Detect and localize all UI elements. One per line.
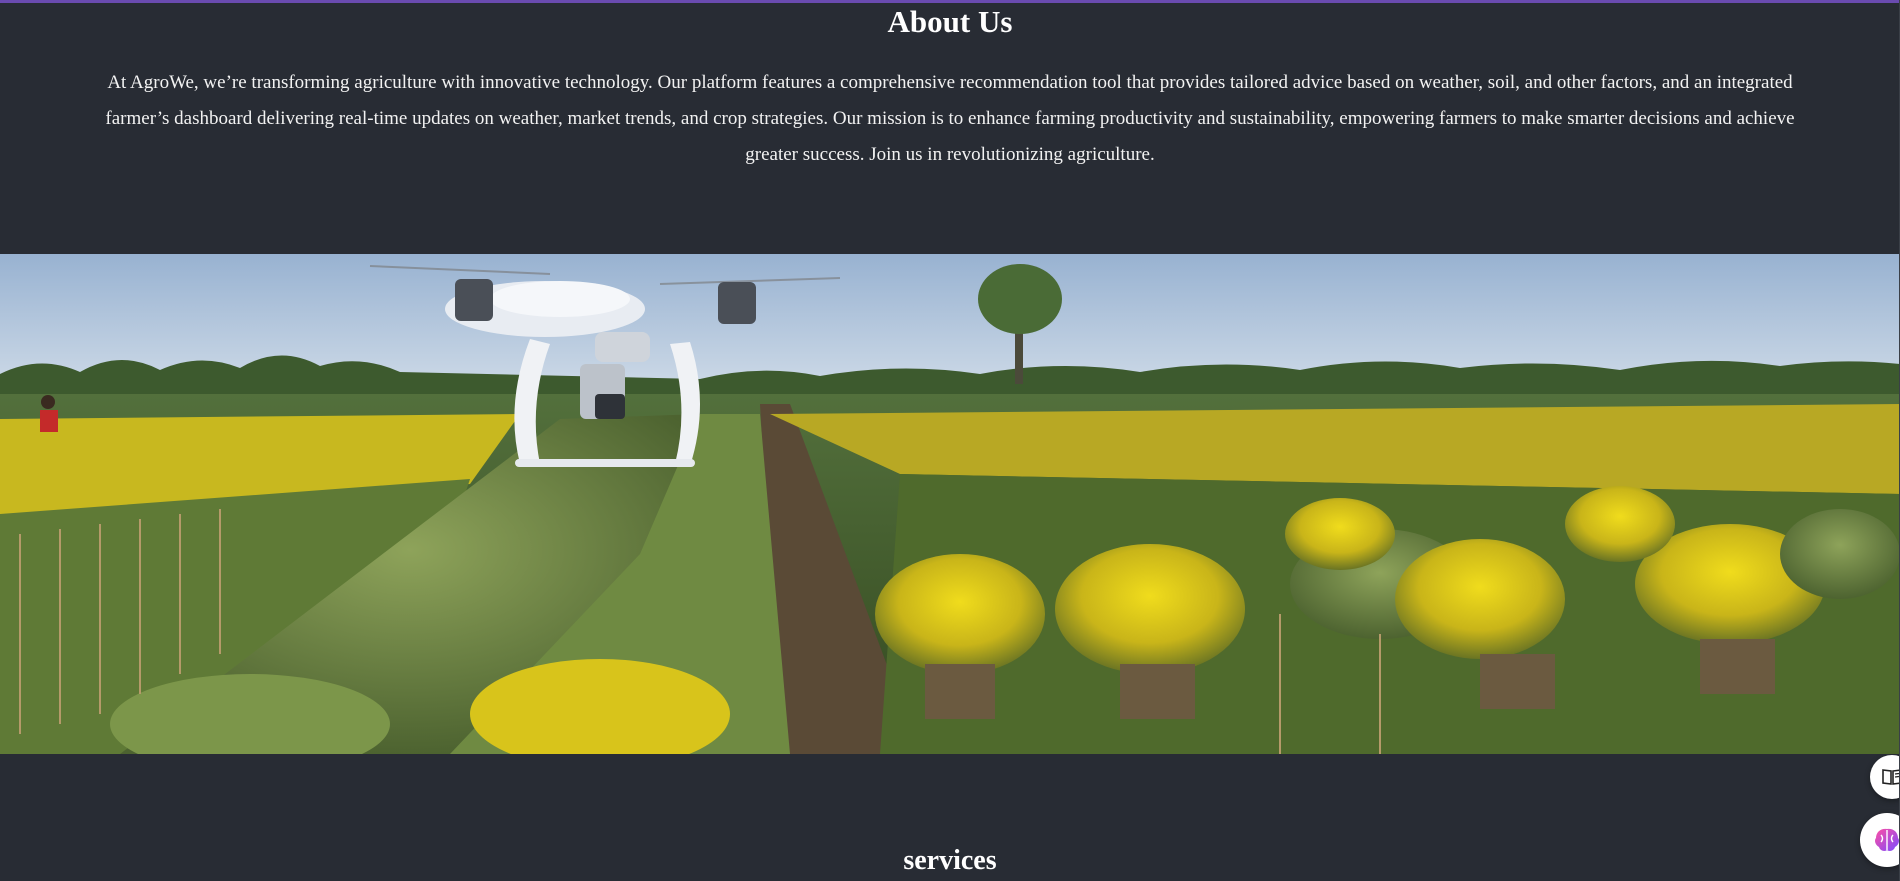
book-reader-icon — [1882, 769, 1900, 785]
top-accent-bar — [0, 0, 1900, 3]
about-paragraph: At AgroWe, we’re transforming agricultur… — [105, 72, 1795, 165]
brain-icon — [1875, 828, 1899, 851]
services-title: services — [903, 845, 997, 876]
hero-image-drone-over-flower-field — [0, 254, 1900, 754]
about-title: About Us — [887, 4, 1013, 39]
reader-mode-button[interactable] — [1870, 755, 1900, 799]
field-illustration — [0, 254, 1900, 754]
